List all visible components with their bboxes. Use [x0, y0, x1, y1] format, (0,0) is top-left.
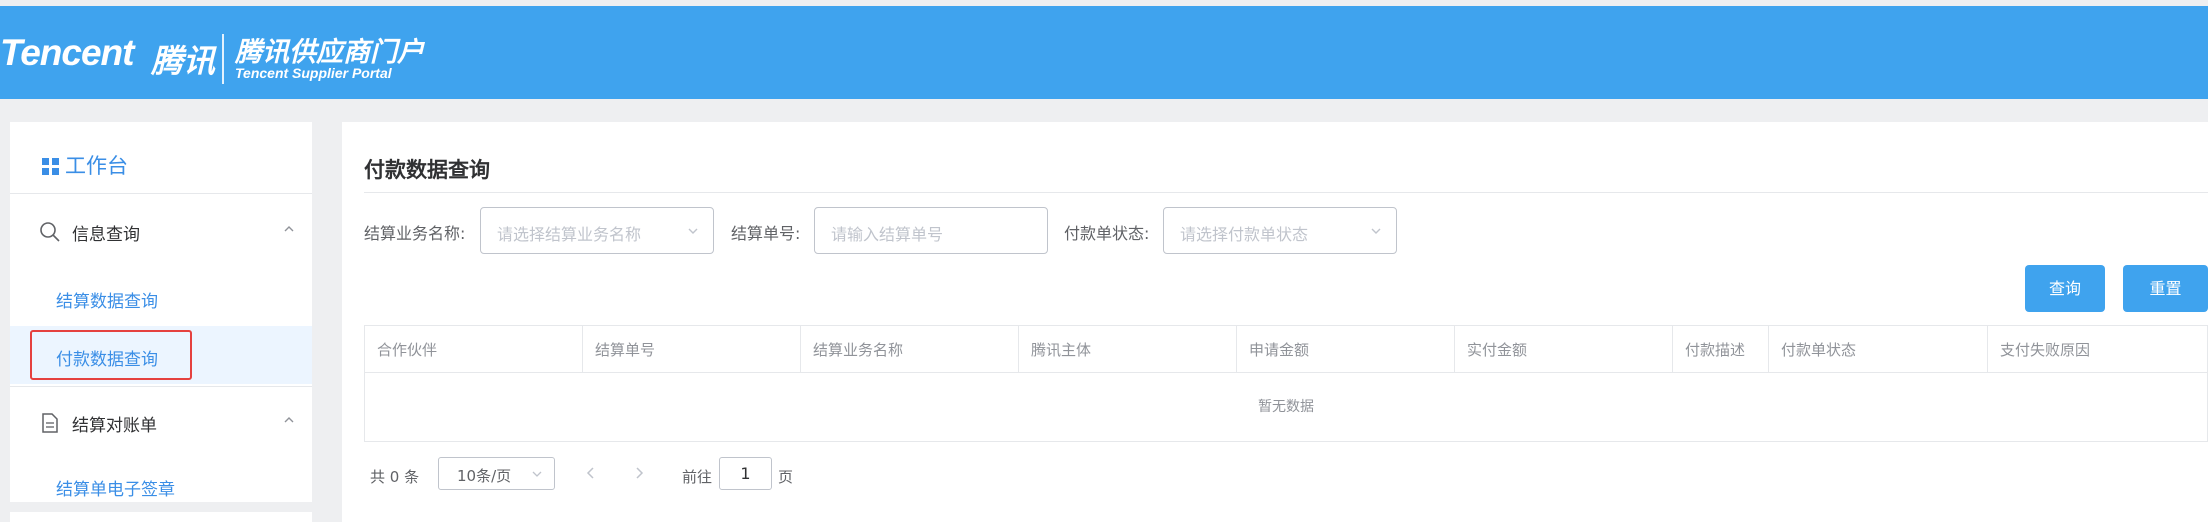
query-button[interactable]: 查询: [2025, 265, 2105, 312]
title-divider: [364, 192, 2208, 193]
goto-prefix: 前往: [682, 468, 713, 486]
column-header: 腾讯主体: [1019, 326, 1237, 372]
empty-state: 暂无数据: [1258, 399, 1314, 415]
sidebar-item-e-signature[interactable]: 结算单电子签章: [10, 456, 312, 514]
reset-button[interactable]: 重置: [2123, 265, 2208, 312]
column-header: 支付失败原因: [2000, 341, 2091, 359]
column-header: 申请金额: [1237, 326, 1455, 372]
prev-page-icon[interactable]: [584, 463, 598, 483]
goto-suffix: 页: [778, 468, 794, 486]
column-header: 付款单状态: [1769, 326, 1988, 372]
chevron-down-icon: [532, 471, 542, 477]
sidebar-item-settlement-query[interactable]: 结算数据查询: [10, 268, 312, 326]
portal-title: 腾讯供应商门户: [235, 37, 424, 68]
chevron-down-icon: [1371, 228, 1381, 234]
main-panel: 付款数据查询 结算业务名称: 请选择结算业务名称 结算单号: 请输入结算单号 付…: [342, 122, 2208, 522]
sidebar-item-label: 结算数据查询: [56, 292, 158, 312]
tencent-logo-cn[interactable]: 腾讯: [151, 36, 215, 82]
top-header: Tencent 腾讯 腾讯供应商门户 Tencent Supplier Port…: [0, 6, 2208, 99]
sidebar-group-label: 信息查询: [72, 225, 140, 245]
column-header: 实付金额: [1455, 326, 1673, 372]
column-header: 结算单号: [583, 326, 801, 372]
sidebar-item-label: 结算单电子签章: [56, 480, 175, 500]
table-header: 合作伙伴 结算单号 结算业务名称 腾讯主体 申请金额 实付金额 付款描述 付款单…: [365, 326, 2207, 373]
column-header: 结算业务名称: [801, 326, 1019, 372]
column-header: 付款描述: [1673, 326, 1769, 372]
order-no-input[interactable]: 请输入结算单号: [814, 207, 1048, 254]
logo-divider: [222, 34, 224, 84]
highlight-box: [30, 330, 192, 380]
status-placeholder: 请选择付款单状态: [1180, 225, 1309, 244]
sidebar-next-panel: [10, 512, 312, 522]
page-size-value: 10条/页: [457, 467, 512, 485]
grid-icon: [42, 158, 59, 175]
page-size-select[interactable]: 10条/页: [438, 457, 555, 490]
sidebar-group-label: 结算对账单: [72, 416, 157, 436]
column-header: 合作伙伴: [365, 326, 583, 372]
business-name-placeholder: 请选择结算业务名称: [497, 225, 642, 244]
search-icon: [40, 222, 60, 242]
payment-table: 合作伙伴 结算单号 结算业务名称 腾讯主体 申请金额 实付金额 付款描述 付款单…: [364, 325, 2208, 442]
sidebar: 工作台 信息查询 结算数据查询 付款数据查询 结算对账单 结算单电子签章: [10, 122, 312, 502]
chevron-down-icon: [688, 228, 698, 234]
sidebar-workbench-label: 工作台: [65, 154, 128, 178]
order-no-label: 结算单号:: [731, 224, 801, 243]
status-label: 付款单状态:: [1064, 224, 1150, 243]
portal-subtitle: Tencent Supplier Portal: [235, 65, 392, 81]
sidebar-group-reconciliation[interactable]: 结算对账单: [10, 386, 312, 458]
business-name-label: 结算业务名称:: [364, 224, 466, 243]
page-number-input[interactable]: 1: [719, 457, 772, 490]
sidebar-workbench[interactable]: 工作台: [10, 122, 312, 194]
order-no-placeholder: 请输入结算单号: [831, 225, 944, 244]
status-select[interactable]: 请选择付款单状态: [1163, 207, 1397, 254]
next-page-icon[interactable]: [632, 463, 646, 483]
business-name-select[interactable]: 请选择结算业务名称: [480, 207, 714, 254]
chevron-up-icon: [284, 417, 294, 423]
page-title: 付款数据查询: [364, 158, 490, 182]
document-icon: [42, 413, 58, 433]
sidebar-group-info-query[interactable]: 信息查询: [10, 196, 312, 268]
pagination-total: 共 0 条: [370, 468, 420, 486]
tencent-logo[interactable]: Tencent: [0, 32, 134, 74]
chevron-up-icon: [284, 226, 294, 232]
